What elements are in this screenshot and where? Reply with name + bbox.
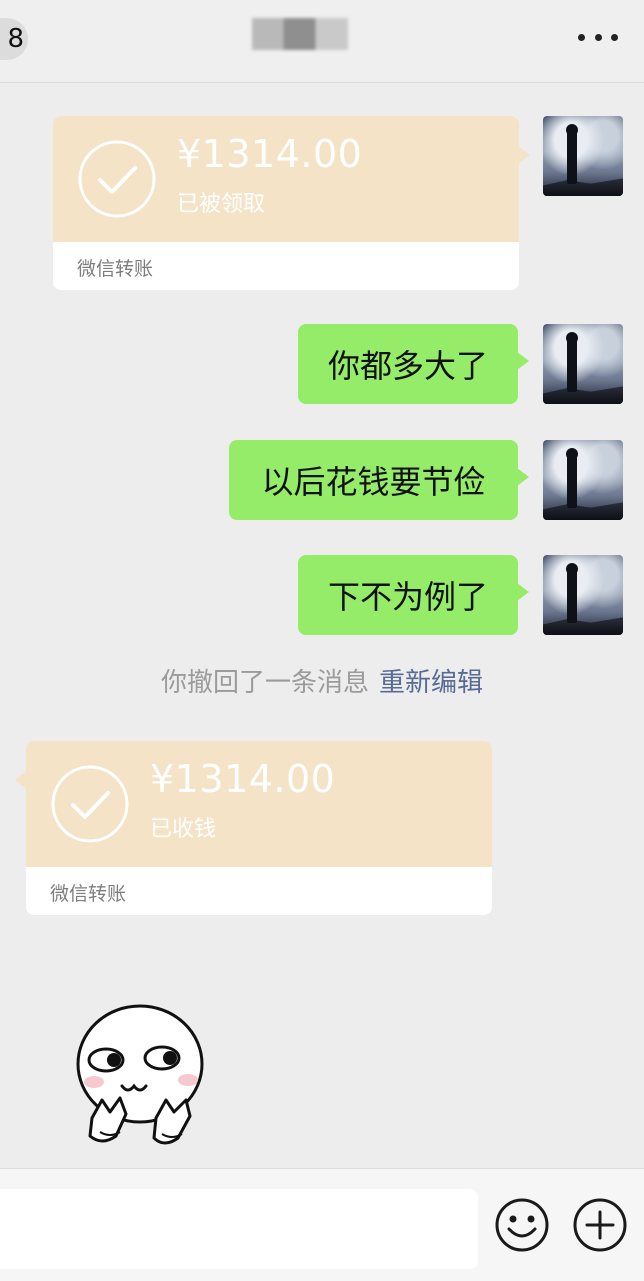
back-button-unread-count[interactable]: 8 bbox=[0, 18, 28, 60]
emoji-icon[interactable] bbox=[494, 1197, 550, 1253]
chat-title-blurred bbox=[252, 18, 348, 50]
transfer-card-received[interactable]: ¥1314.00 已收钱 微信转账 bbox=[15, 741, 492, 915]
message-bubble[interactable]: 你都多大了 bbox=[298, 324, 529, 404]
transfer-footer-label: 微信转账 bbox=[77, 258, 154, 280]
transfer-footer-label: 微信转账 bbox=[50, 883, 127, 905]
message-bubble[interactable]: 以后花钱要节俭 bbox=[229, 440, 529, 520]
check-circle-icon bbox=[51, 765, 129, 843]
re-edit-link[interactable]: 重新编辑 bbox=[379, 668, 483, 698]
input-bar bbox=[0, 1168, 644, 1281]
self-avatar[interactable] bbox=[543, 440, 623, 520]
recall-notice: 你撤回了一条消息 重新编辑 bbox=[0, 662, 644, 699]
self-avatar[interactable] bbox=[543, 116, 623, 196]
more-dots-icon[interactable] bbox=[578, 22, 618, 52]
transfer-amount: ¥1314.00 bbox=[177, 132, 363, 176]
self-avatar[interactable] bbox=[543, 324, 623, 404]
check-circle-icon bbox=[78, 140, 156, 218]
transfer-amount: ¥1314.00 bbox=[150, 757, 336, 801]
transfer-status: 已被领取 bbox=[177, 192, 266, 217]
message-bubble[interactable]: 下不为例了 bbox=[298, 555, 529, 635]
self-avatar[interactable] bbox=[543, 555, 623, 635]
transfer-status: 已收钱 bbox=[150, 817, 217, 842]
chat-header: 8 bbox=[0, 0, 644, 83]
transfer-card-sent[interactable]: ¥1314.00 已被领取 微信转账 bbox=[53, 116, 530, 290]
plus-circle-icon[interactable] bbox=[572, 1197, 628, 1253]
cute-face-sticker[interactable] bbox=[70, 1002, 220, 1162]
recall-notice-text: 你撤回了一条消息 bbox=[160, 668, 369, 698]
message-input[interactable] bbox=[0, 1189, 478, 1269]
